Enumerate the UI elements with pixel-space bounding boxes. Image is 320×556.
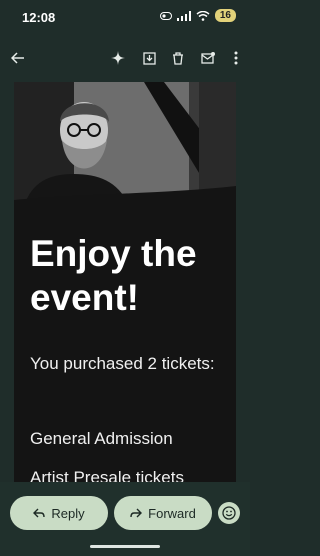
signal-icon [176, 10, 191, 21]
ticket-type-general: General Admission [30, 429, 173, 448]
forward-icon [130, 508, 143, 518]
clock: 12:08 [22, 10, 56, 25]
email-body: Enjoy the event! You purchased 2 tickets… [14, 82, 236, 492]
reply-button[interactable]: Reply [10, 496, 108, 530]
home-indicator[interactable] [90, 545, 160, 548]
battery-level: 16 [214, 9, 236, 22]
wifi-icon [196, 10, 210, 21]
link-icon [159, 11, 172, 20]
status-icons: 16 [159, 9, 236, 22]
forward-label: Forward [148, 505, 196, 521]
forward-button[interactable]: Forward [114, 496, 212, 530]
archive-icon[interactable] [139, 48, 159, 68]
email-toolbar [0, 40, 250, 76]
mail-unread-icon[interactable] [198, 48, 218, 68]
reply-label: Reply [51, 505, 85, 521]
trash-icon[interactable] [168, 48, 188, 68]
status-bar: 12:08 16 [0, 0, 250, 36]
hero-image [14, 82, 236, 206]
email-headline: Enjoy the event! [30, 233, 197, 318]
emoji-reaction-button[interactable] [218, 502, 240, 524]
purchase-text: You purchased 2 tickets: [30, 354, 215, 373]
reply-icon [33, 508, 46, 518]
emoji-icon [222, 506, 236, 520]
sparkle-icon[interactable] [108, 48, 128, 68]
more-vertical-icon[interactable] [226, 48, 246, 68]
back-arrow-icon[interactable] [8, 48, 28, 68]
